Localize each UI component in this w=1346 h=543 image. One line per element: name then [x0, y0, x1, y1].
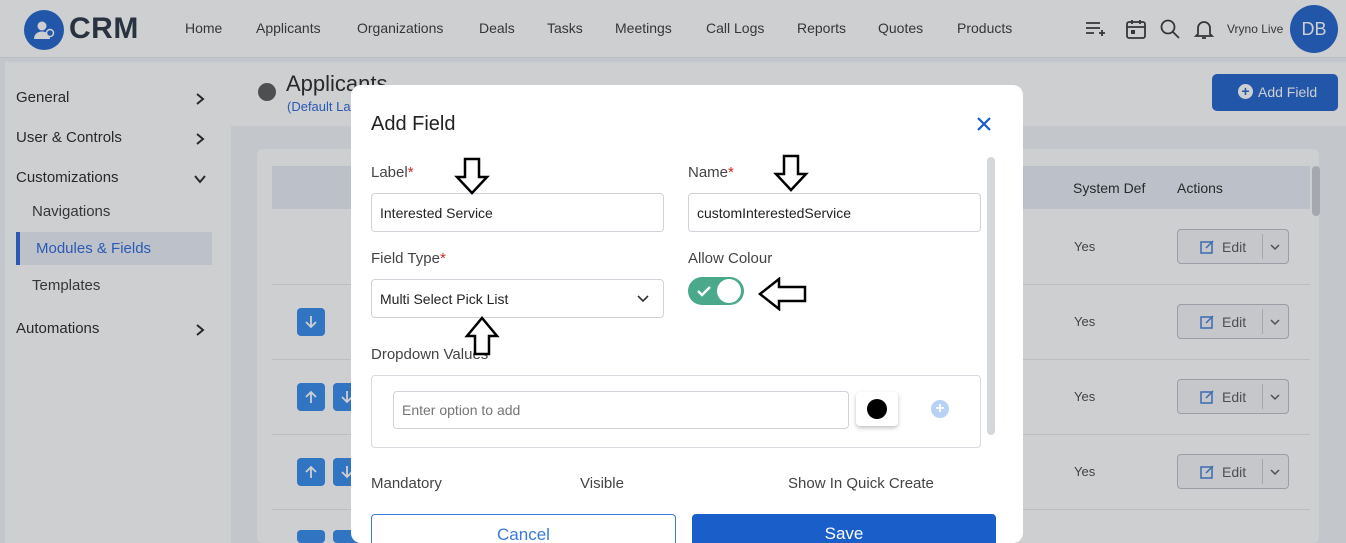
allow-colour-label: Allow Colour — [688, 250, 773, 267]
allow-colour-toggle[interactable] — [688, 277, 744, 305]
add-field-modal: Add Field Label* Name* Field Type* Multi… — [351, 85, 1023, 543]
modal-scrollbar[interactable] — [987, 157, 995, 435]
annotation-arrow-left-icon — [757, 277, 807, 311]
quick-create-label: Show In Quick Create — [788, 475, 934, 492]
visible-label: Visible — [580, 475, 624, 492]
mandatory-label: Mandatory — [371, 475, 442, 492]
add-option-icon[interactable]: + — [931, 400, 949, 418]
annotation-arrow-up-icon — [464, 316, 500, 356]
color-swatch-dot — [867, 399, 887, 419]
label-field-label: Label* — [371, 164, 414, 181]
save-button[interactable]: Save — [692, 514, 996, 543]
field-type-select[interactable]: Multi Select Pick List — [371, 279, 664, 318]
check-icon — [697, 286, 711, 297]
close-icon[interactable] — [976, 116, 992, 132]
toggle-knob — [717, 279, 741, 303]
color-picker-button[interactable] — [856, 392, 898, 426]
option-input[interactable] — [393, 391, 849, 429]
chevron-down-icon[interactable] — [636, 292, 650, 306]
name-input[interactable] — [688, 193, 981, 232]
dropdown-values-box: + — [371, 375, 981, 448]
name-field-label: Name* — [688, 164, 734, 181]
annotation-arrow-down-icon — [454, 157, 490, 195]
cancel-button[interactable]: Cancel — [371, 514, 676, 543]
label-input[interactable] — [371, 193, 664, 232]
modal-title: Add Field — [371, 113, 456, 135]
field-type-label: Field Type* — [371, 250, 446, 267]
annotation-arrow-down-icon — [773, 154, 809, 192]
field-type-value: Multi Select Pick List — [380, 291, 509, 307]
